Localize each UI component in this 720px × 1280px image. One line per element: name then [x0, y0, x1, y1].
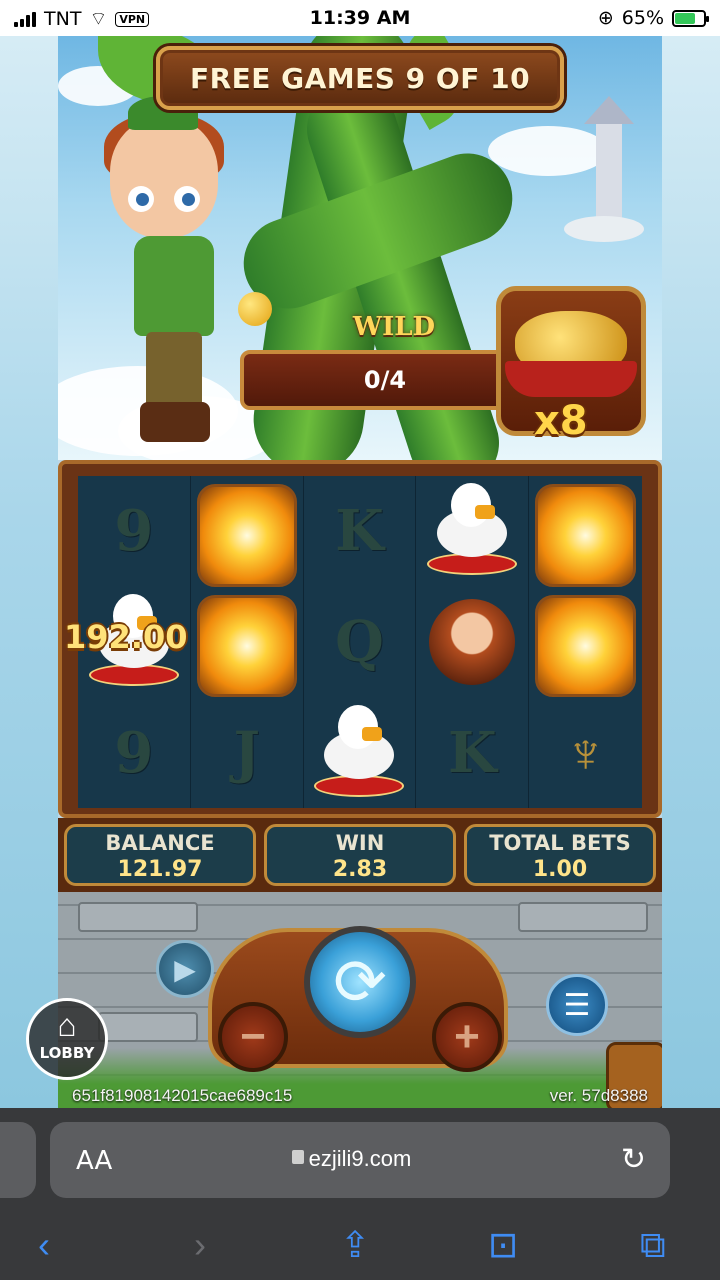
reel-cell: Q: [304, 586, 417, 698]
wild-label: WILD: [352, 312, 436, 342]
game-canvas[interactable]: FREE GAMES 9 OF 10 WILD 0/4 x8 9 K Q 9 J K ♆ 1…: [58, 36, 662, 1108]
reel-cell: [529, 587, 642, 698]
battery-icon: [672, 9, 709, 27]
card-symbol: 9: [114, 498, 154, 565]
golden-wild-symbol: [196, 594, 297, 698]
reel-cell: [304, 697, 417, 808]
reel-cell: 9: [78, 476, 191, 587]
orientation-lock-icon: ⊕: [597, 7, 614, 29]
win-value: 2.83: [332, 857, 388, 882]
total-bets-value: 1.00: [532, 857, 588, 882]
golden-wild-symbol: [535, 594, 636, 698]
back-icon[interactable]: ‹: [38, 1224, 50, 1266]
reel-cell: ♆: [529, 697, 642, 808]
session-id: 651f81908142015cae689c15: [72, 1086, 293, 1105]
total-bets-label: TOTAL BETS: [489, 831, 631, 855]
tabs-icon[interactable]: ⧉: [640, 1224, 666, 1267]
card-symbol: 9: [114, 719, 154, 786]
multiplier-badge: x8: [534, 398, 588, 444]
url-text[interactable]: ezjili9.com: [50, 1146, 670, 1172]
reel-cell: [191, 476, 304, 587]
battery-percent: 65%: [621, 7, 664, 29]
reel-cell: J: [191, 697, 304, 808]
forward-icon[interactable]: ›: [194, 1224, 206, 1266]
lobby-button[interactable]: ⌂ LOBBY: [26, 998, 108, 1080]
card-symbol: J: [233, 719, 260, 786]
reel-cell: [191, 586, 304, 698]
win-box: WIN 2.83: [264, 824, 456, 886]
previous-tab-stub[interactable]: [0, 1122, 36, 1198]
autoplay-button[interactable]: ▶: [156, 940, 214, 998]
decrease-bet-button[interactable]: −: [218, 1002, 288, 1072]
harp-symbol: ♆: [564, 721, 607, 785]
lobby-label: LOBBY: [39, 1044, 95, 1062]
plus-icon: +: [454, 1012, 480, 1061]
win-label: WIN: [335, 831, 385, 855]
reel-cell: 9: [78, 697, 191, 808]
control-panel: ▶ − ⟳ + ☰: [58, 892, 662, 1108]
browser-nav: ‹ › ⇪ ⊡ ⧉: [0, 1220, 720, 1270]
side-background-left: [0, 36, 58, 1108]
reel-cell: [529, 476, 642, 587]
card-symbol: K: [447, 719, 497, 786]
goose-symbol: [427, 483, 518, 579]
reel-cell: K: [304, 476, 417, 587]
jack-character: [88, 96, 272, 466]
balance-label: BALANCE: [105, 831, 215, 855]
balance-value: 121.97: [117, 857, 203, 882]
golden-egg: [238, 292, 272, 326]
goose-symbol: [314, 704, 405, 801]
card-symbol: Q: [335, 608, 384, 675]
win-popup-amount: 192.00: [64, 618, 188, 656]
increase-bet-button[interactable]: +: [432, 1002, 502, 1072]
reload-icon[interactable]: ↻: [621, 1142, 646, 1177]
golden-wild-symbol: [196, 484, 297, 587]
wild-progress-text: 0/4: [363, 366, 407, 394]
spin-arrows-icon: ⟳: [333, 946, 387, 1018]
address-bar[interactable]: AA ezjili9.com ↻: [50, 1122, 670, 1198]
bookmarks-icon[interactable]: ⊡: [488, 1224, 518, 1266]
home-icon: ⌂: [57, 1007, 77, 1043]
minus-icon: −: [240, 1012, 266, 1061]
spin-button[interactable]: ⟳: [304, 926, 416, 1038]
reel-cell: [416, 586, 530, 698]
info-bar: BALANCE 121.97 WIN 2.83 TOTAL BETS 1.00: [58, 818, 662, 892]
card-symbol: K: [335, 498, 384, 565]
balance-box: BALANCE 121.97: [64, 824, 256, 886]
hamburger-icon: ☰: [563, 988, 591, 1022]
status-bar: TNT ⌔ VPN 11:39 AM ⊕ 65%: [0, 0, 720, 36]
total-bets-box: TOTAL BETS 1.00: [464, 824, 656, 886]
golden-wild-symbol: [535, 484, 636, 587]
browser-toolbar: AA ezjili9.com ↻ ‹ › ⇪ ⊡ ⧉: [0, 1108, 720, 1280]
play-icon: ▶: [174, 953, 196, 985]
reel-cell: [416, 476, 530, 587]
wild-progress-bar: 0/4: [240, 350, 530, 410]
free-games-text: FREE GAMES 9 OF 10: [189, 61, 531, 95]
castle-decoration: [564, 96, 644, 246]
menu-button[interactable]: ☰: [546, 974, 608, 1036]
jack-symbol: [429, 598, 516, 685]
share-icon[interactable]: ⇪: [340, 1224, 370, 1266]
version-label: ver. 57d8388: [549, 1086, 648, 1105]
reel-cell: K: [416, 697, 530, 808]
side-background-right: [662, 36, 720, 1108]
free-games-banner: FREE GAMES 9 OF 10: [156, 46, 564, 110]
